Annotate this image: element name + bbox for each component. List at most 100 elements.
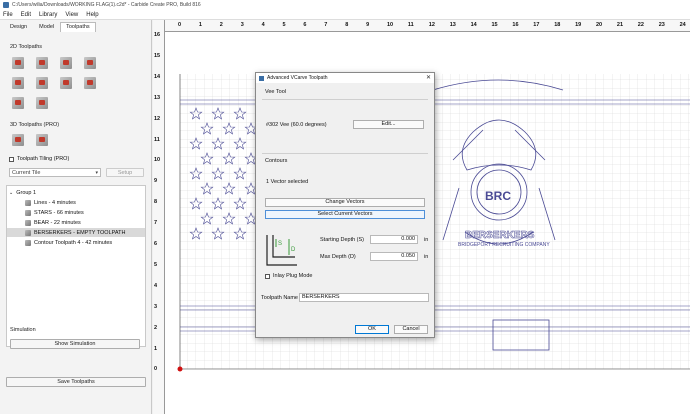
ruler-left-label: 2: [154, 324, 158, 331]
diagram-d-label: D: [291, 247, 296, 253]
setup-button[interactable]: Setup: [106, 168, 144, 177]
chamfer-toolpath-button[interactable]: [82, 75, 98, 91]
engrave-icon: [60, 77, 72, 89]
rough-icon: [36, 97, 48, 109]
ruler-top-label: 11: [407, 22, 414, 28]
inlay-plug-label: Inlay Plug Mode: [273, 273, 313, 279]
title-bar: C:/Users/wilia/Downloads/WORKING FLAG(1)…: [0, 0, 690, 10]
starting-depth-label: Starting Depth (S): [320, 237, 365, 243]
max-depth-unit: in: [424, 254, 429, 260]
menu-help[interactable]: Help: [86, 12, 98, 18]
badge-text: BRC: [485, 189, 511, 203]
menu-bar: File Edit Library View Help: [0, 10, 690, 20]
subtitle-text: BRIDGEPORT RECRUITING COMPANY: [458, 242, 550, 248]
ruler-top-label: 23: [658, 22, 665, 28]
toolpath-3d-grid: [10, 132, 100, 148]
contour-toolpath-button[interactable]: [10, 55, 26, 71]
section-2d-toolpaths: 2D Toolpaths: [10, 44, 43, 50]
tab-model[interactable]: Model: [33, 22, 60, 32]
advanced-vcarve-toolpath-button[interactable]: [10, 75, 26, 91]
section-3d-toolpaths: 3D Toolpaths (PRO): [10, 122, 60, 128]
show-simulation-button[interactable]: Show Simulation: [10, 339, 140, 349]
3d-finish-icon: [36, 134, 48, 146]
texture-toolpath-button[interactable]: [34, 75, 50, 91]
surfacing-toolpath-button[interactable]: [10, 95, 26, 111]
ruler-top-label: 9: [366, 22, 370, 28]
ruler-left-label: 8: [154, 199, 158, 206]
pocket-icon: [36, 57, 48, 69]
contour-icon: [12, 57, 24, 69]
toolpath-tree: ⌄ Group 1 Lines - 4 minutes STARS - 66 m…: [6, 185, 146, 347]
tree-item[interactable]: Contour Toolpath 4 - 42 minutes: [7, 238, 145, 247]
close-icon[interactable]: ✕: [426, 74, 431, 81]
ruler-top-label: 12: [428, 22, 435, 28]
toolpath-icon: [25, 229, 31, 236]
ruler-top-label: 2: [219, 22, 223, 28]
tree-item[interactable]: STARS - 66 minutes: [7, 208, 145, 217]
ruler-left-label: 6: [154, 241, 158, 247]
ruler-left-label: 4: [154, 282, 158, 289]
toolpath-2d-grid: [10, 55, 100, 111]
toolpath-tiling-checkbox[interactable]: Toolpath Tiling (PRO): [9, 156, 69, 162]
tab-design[interactable]: Design: [4, 22, 33, 32]
starting-depth-input[interactable]: 0.000: [370, 235, 418, 244]
vcarve-toolpath-button[interactable]: [82, 55, 98, 71]
edit-tool-button[interactable]: Edit...: [353, 120, 424, 129]
3d-finish-button[interactable]: [34, 132, 50, 148]
panel-tabs: Design Model Toolpaths: [4, 22, 96, 32]
ruler-left-label: 7: [154, 220, 158, 227]
tree-item[interactable]: Lines - 4 minutes: [7, 198, 145, 207]
checkbox-box: [9, 156, 14, 162]
ruler-top-label: 4: [261, 22, 265, 28]
berserkers-text: BERSERKERS: [465, 230, 535, 241]
dialog-app-icon: [259, 75, 264, 81]
pocket-toolpath-button[interactable]: [34, 55, 50, 71]
3d-rough-button[interactable]: [10, 132, 26, 148]
drill-toolpath-button[interactable]: [58, 55, 74, 71]
tree-item-label: STARS - 66 minutes: [34, 209, 84, 216]
tab-toolpaths[interactable]: Toolpaths: [60, 22, 96, 32]
change-vectors-button[interactable]: Change Vectors: [265, 198, 425, 207]
app-window: C:/Users/wilia/Downloads/WORKING FLAG(1)…: [0, 0, 690, 414]
menu-view[interactable]: View: [65, 12, 78, 18]
vector-status: 1 Vector selected: [266, 179, 309, 185]
toolpath-name-input[interactable]: BERSERKERS: [299, 293, 429, 302]
contours-label: Contours: [265, 158, 288, 164]
tree-item[interactable]: BEAR - 22 minutes: [7, 218, 145, 227]
menu-library[interactable]: Library: [39, 12, 57, 18]
simulation-label: Simulation: [10, 327, 36, 333]
checkbox-box: [265, 273, 270, 279]
cancel-button[interactable]: Cancel: [394, 325, 428, 334]
menu-edit[interactable]: Edit: [21, 12, 31, 18]
max-depth-input[interactable]: 0.050: [370, 252, 418, 261]
collapse-icon[interactable]: ⌄: [9, 190, 13, 196]
left-panel: Design Model Toolpaths 2D Toolpaths 3D T…: [0, 20, 152, 414]
tree-item-selected[interactable]: BERSERKERS - EMPTY TOOLPATH: [7, 228, 145, 237]
origin-marker: [177, 366, 183, 372]
ruler-left-label: 15: [154, 52, 161, 59]
chevron-down-icon: ▾: [95, 170, 98, 176]
tree-group[interactable]: ⌄ Group 1: [9, 188, 147, 197]
advanced-vcarve-dialog: Advanced VCarve Toolpath ✕ Vee Tool #302…: [255, 72, 435, 338]
divider: [262, 153, 428, 154]
ruler-top-label: 17: [533, 22, 540, 28]
window-title: C:/Users/wilia/Downloads/WORKING FLAG(1)…: [12, 2, 201, 8]
dialog-title: Advanced VCarve Toolpath: [267, 75, 328, 81]
ok-button[interactable]: OK: [355, 325, 389, 334]
ruler-left-label: 10: [154, 157, 161, 164]
ruler-top-label: 6: [303, 22, 307, 28]
save-toolpaths-button[interactable]: Save Toolpaths: [6, 377, 146, 387]
engrave-toolpath-button[interactable]: [58, 75, 74, 91]
drill-icon: [60, 57, 72, 69]
ruler-top-label: 18: [554, 22, 561, 28]
inlay-plug-checkbox[interactable]: Inlay Plug Mode: [265, 273, 312, 279]
ruler-left-label: 1: [154, 345, 158, 352]
tree-item-label: Lines - 4 minutes: [34, 199, 76, 206]
menu-file[interactable]: File: [3, 12, 13, 18]
ruler-top-label: 0: [178, 22, 182, 28]
current-tile-select[interactable]: Current Tile ▾: [9, 168, 101, 177]
select-current-vectors-button[interactable]: Select Current Vectors: [265, 210, 425, 219]
tree-item-label: BEAR - 22 minutes: [34, 219, 81, 226]
rough-toolpath-button[interactable]: [34, 95, 50, 111]
tree-item-label: Contour Toolpath 4 - 42 minutes: [34, 239, 113, 246]
